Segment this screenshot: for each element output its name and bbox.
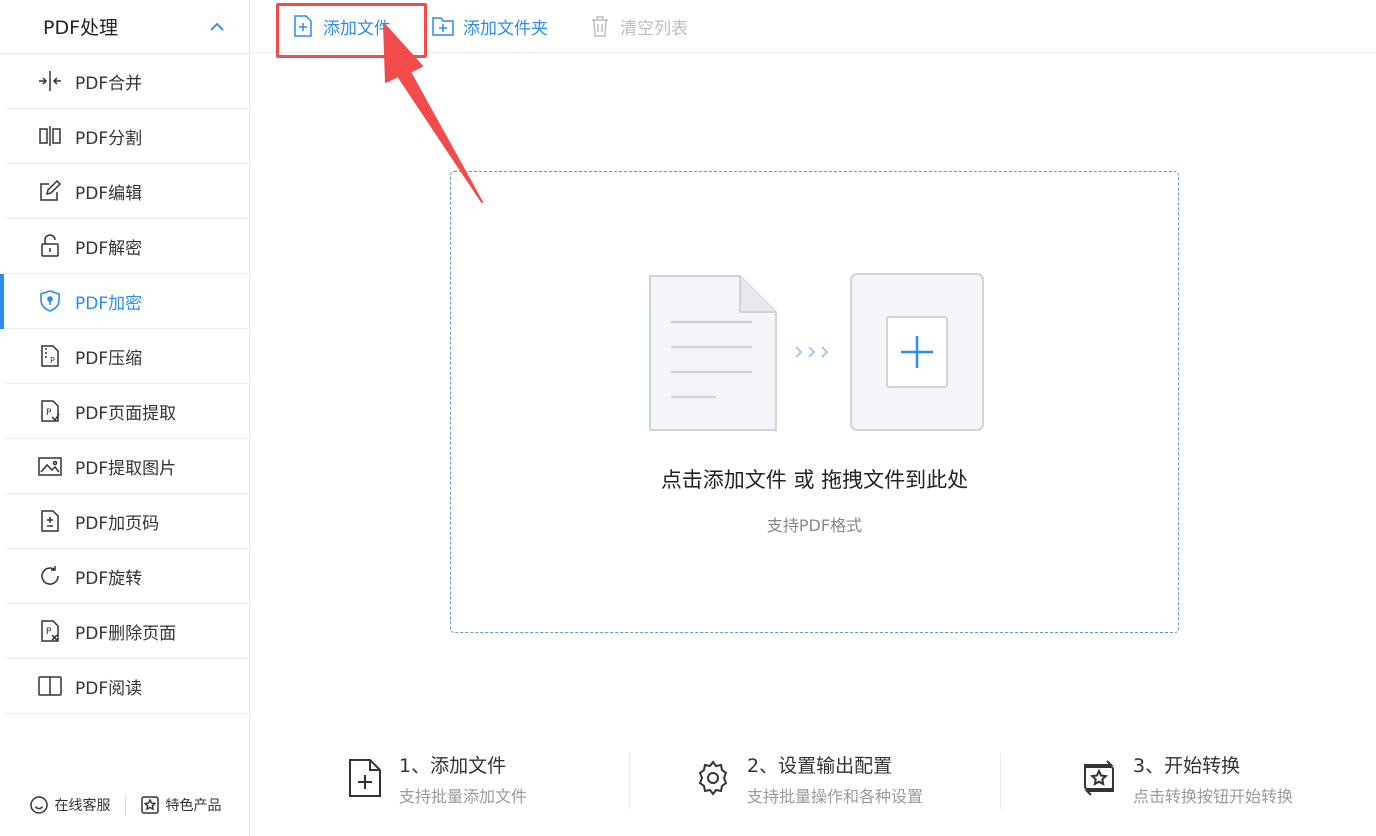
sidebar-item-read[interactable]: PDF阅读 [5,659,249,714]
sidebar-item-label: PDF解密 [75,238,143,259]
sidebar-item-label: PDF分割 [75,128,143,149]
step-divider [1000,753,1001,809]
toolbar: 添加文件 添加文件夹 清空列表 [251,0,1376,53]
svg-text:P: P [46,408,52,418]
featured-products-label: 特色产品 [165,798,222,814]
sidebar-item-label: PDF删除页面 [75,623,177,644]
gear-icon [698,760,728,796]
sidebar-title: PDF处理 [43,17,119,39]
sidebar-item-label: PDF提取图片 [75,458,177,479]
sidebar-item-split[interactable]: PDF分割 [5,109,249,164]
online-service-button[interactable]: 在线客服 [29,795,111,815]
sidebar-footer: 在线客服 特色产品 [0,794,250,816]
page-extract-icon: P [41,400,60,422]
drop-zone-title: 点击添加文件 或 拖拽文件到此处 [660,468,969,492]
sidebar-item-label: PDF加密 [75,293,143,314]
shield-lock-icon [40,290,60,312]
sidebar-item-page-extract[interactable]: P PDF页面提取 [5,384,249,439]
sidebar-header[interactable]: PDF处理 [0,0,249,54]
delete-page-icon: P [41,620,59,642]
sidebar-item-label: PDF编辑 [75,183,143,204]
file-plus-icon [349,759,381,797]
sidebar-item-decrypt[interactable]: PDF解密 [5,219,249,274]
step-title: 1、添加文件 [399,755,507,777]
featured-products-button[interactable]: 特色产品 [140,795,222,815]
svg-text:P: P [50,356,55,365]
chevron-up-icon[interactable] [207,17,227,37]
step-desc: 点击转换按钮开始转换 [1133,787,1294,806]
sidebar-item-label: PDF合并 [75,73,143,94]
sidebar-item-encrypt[interactable]: PDF加密 [0,274,249,329]
steps-bar: 1、添加文件 支持批量添加文件 2、设置输出配置 支持批量操作和各种设置 3、开… [251,745,1376,815]
svg-text:P: P [46,627,52,637]
add-document-icon [850,273,984,431]
sidebar: PDF处理 PDF合并 PDF分割 PDF编辑 PDF解密 PDF加密 P PD… [0,0,250,836]
add-file-icon [294,15,312,37]
sidebar-item-image-extract[interactable]: PDF提取图片 [5,439,249,494]
add-folder-icon [432,17,454,36]
file-drop-zone[interactable]: 点击添加文件 或 拖拽文件到此处 支持PDF格式 [450,171,1179,633]
sidebar-item-merge[interactable]: PDF合并 [5,54,249,109]
sidebar-item-rotate[interactable]: PDF旋转 [5,549,249,604]
sidebar-item-compress[interactable]: P PDF压缩 [5,329,249,384]
sidebar-item-label: PDF阅读 [75,678,143,699]
edit-icon [40,179,62,201]
step-add-file: 1、添加文件 支持批量添加文件 [345,745,527,807]
convert-star-icon [1084,760,1114,796]
image-extract-icon [38,457,62,476]
step-title: 3、开始转换 [1133,755,1241,777]
clear-list-label: 清空列表 [620,18,688,39]
step-divider [629,753,630,809]
drop-illustration [649,273,984,431]
add-folder-label: 添加文件夹 [463,18,548,39]
add-folder-button[interactable]: 添加文件夹 [431,14,548,39]
sidebar-item-label: PDF加页码 [75,513,160,534]
clear-list-button[interactable]: 清空列表 [588,14,688,39]
drop-zone-hint: 支持PDF格式 [766,516,863,535]
sidebar-nav: PDF合并 PDF分割 PDF编辑 PDF解密 PDF加密 P PDF压缩 P … [0,54,249,714]
merge-icon [39,71,61,91]
add-file-label: 添加文件 [323,18,391,39]
book-icon [38,676,62,696]
step-settings: 2、设置输出配置 支持批量操作和各种设置 [693,745,923,807]
step-desc: 支持批量添加文件 [399,787,528,806]
footer-divider [124,794,126,816]
sidebar-item-delete-page[interactable]: P PDF删除页面 [5,604,249,659]
rotate-icon [41,566,59,585]
chat-smile-icon [29,796,48,814]
compress-icon: P [41,345,59,367]
step-desc: 支持批量操作和各种设置 [747,787,924,806]
document-icon [649,275,777,431]
step-convert: 3、开始转换 点击转换按钮开始转换 [1079,745,1293,807]
split-icon [39,126,61,146]
sidebar-item-page-number[interactable]: PDF加页码 [5,494,249,549]
page-number-icon [41,510,59,532]
trash-icon [592,16,608,37]
step-title: 2、设置输出配置 [747,755,893,777]
online-service-label: 在线客服 [54,798,111,814]
star-badge-icon [140,796,159,814]
sidebar-item-label: PDF页面提取 [75,403,177,424]
chevrons-right-icon [795,346,829,358]
sidebar-item-edit[interactable]: PDF编辑 [5,164,249,219]
add-file-button[interactable]: 添加文件 [291,14,391,39]
sidebar-item-label: PDF压缩 [75,348,143,369]
sidebar-item-label: PDF旋转 [75,568,143,589]
unlock-icon [41,234,59,257]
